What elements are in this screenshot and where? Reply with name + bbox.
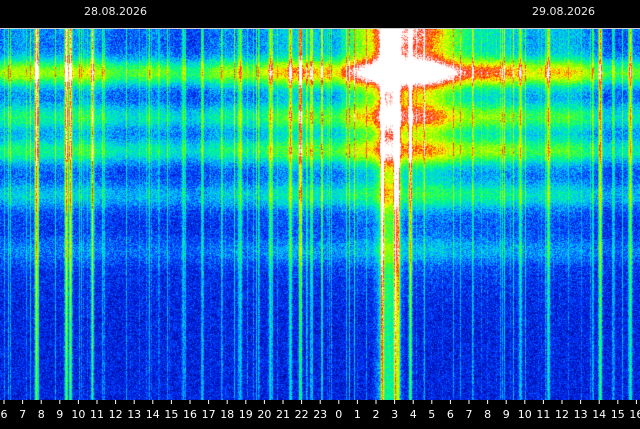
x-axis: 6 7 8 9 10 11 12 13 14 15 16 17 18 19 20 21 22 23 0 1 2 3 4 5 6 7… bbox=[0, 400, 640, 429]
x-tick-label: 15 bbox=[164, 408, 178, 421]
x-tick-label: 6 bbox=[1, 408, 8, 421]
x-tick-label: 2 bbox=[373, 408, 380, 421]
x-tick-label: 3 bbox=[391, 408, 398, 421]
x-tick-label: 0 bbox=[335, 408, 342, 421]
x-tick-label: 11 bbox=[536, 408, 550, 421]
x-tick-label: 23 bbox=[313, 408, 327, 421]
x-tick-label: 5 bbox=[428, 408, 435, 421]
x-tick-label: 1 bbox=[354, 408, 361, 421]
x-tick-label: 13 bbox=[574, 408, 588, 421]
x-tick-label: 4 bbox=[410, 408, 417, 421]
x-tick-label: 13 bbox=[127, 408, 141, 421]
x-tick-label: 9 bbox=[56, 408, 63, 421]
spectrogram-heatmap bbox=[0, 28, 640, 400]
plot-top-border bbox=[0, 28, 640, 29]
x-tick-label: 10 bbox=[518, 408, 532, 421]
x-tick-label: 22 bbox=[295, 408, 309, 421]
spectrogram-plot-area bbox=[0, 28, 640, 400]
date-label-right: 29.08.2026 bbox=[532, 5, 595, 18]
x-tick-label: 21 bbox=[276, 408, 290, 421]
x-tick-label: 9 bbox=[503, 408, 510, 421]
x-tick-label: 8 bbox=[484, 408, 491, 421]
x-tick-label: 12 bbox=[555, 408, 569, 421]
x-axis-ticks: 6 7 8 9 10 11 12 13 14 15 16 17 18 19 20 21 22 23 0 1 2 3 4 5 6 7… bbox=[1, 400, 640, 421]
x-tick-label: 6 bbox=[447, 408, 454, 421]
x-tick-label: 10 bbox=[71, 408, 85, 421]
x-tick-label: 14 bbox=[592, 408, 606, 421]
x-tick-label: 16 bbox=[629, 408, 640, 421]
x-tick-label: 8 bbox=[38, 408, 45, 421]
x-tick-label: 20 bbox=[257, 408, 271, 421]
x-tick-label: 7 bbox=[19, 408, 26, 421]
date-label-left: 28.08.2026 bbox=[84, 5, 147, 18]
x-tick-label: 19 bbox=[239, 408, 253, 421]
x-tick-label: 16 bbox=[183, 408, 197, 421]
schumann-spectrogram-panel: 28.08.2026 29.08.2026 6 7 8 9 10 11 12 13 14 15 16… bbox=[0, 0, 640, 429]
x-tick-label: 12 bbox=[109, 408, 123, 421]
x-tick-label: 7 bbox=[466, 408, 473, 421]
x-tick-label: 18 bbox=[220, 408, 234, 421]
x-tick-label: 14 bbox=[146, 408, 160, 421]
x-tick-label: 11 bbox=[90, 408, 104, 421]
x-tick-label: 17 bbox=[202, 408, 216, 421]
x-tick-label: 15 bbox=[611, 408, 625, 421]
